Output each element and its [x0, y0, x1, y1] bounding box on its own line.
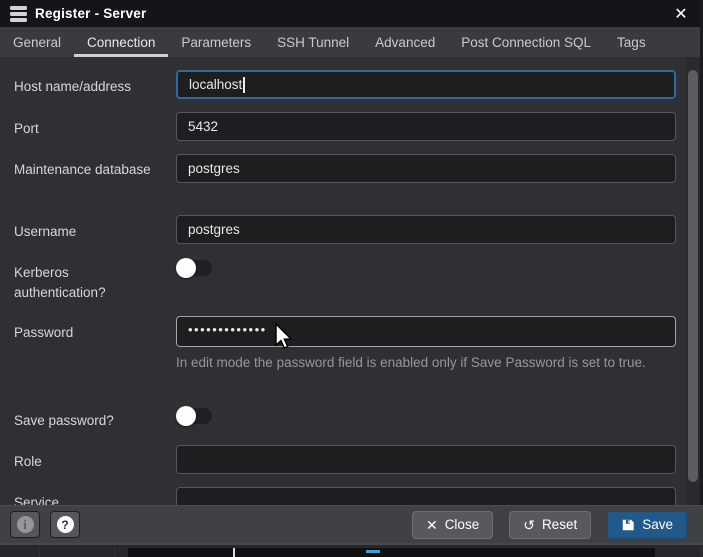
port-value: 5432 — [188, 119, 218, 134]
connection-form: Host name/address localhost Port 5432 Ma… — [0, 57, 700, 543]
password-helper-text: In edit mode the password field is enabl… — [176, 352, 674, 374]
reset-button[interactable]: ↺ Reset — [509, 511, 591, 539]
help-button[interactable]: ? — [50, 511, 80, 538]
host-value: localhost — [189, 77, 242, 92]
tab-post-connection-sql[interactable]: Post Connection SQL — [448, 27, 604, 57]
tab-connection[interactable]: Connection — [74, 27, 168, 57]
tab-advanced[interactable]: Advanced — [362, 27, 448, 57]
password-label: Password — [14, 323, 164, 343]
password-input[interactable]: ••••••••••••• — [176, 316, 676, 347]
kerberos-toggle[interactable] — [178, 260, 212, 276]
save-button-label: Save — [642, 517, 673, 532]
form-scrollbar[interactable] — [686, 57, 700, 543]
register-server-dialog: Register - Server ✕ General Connection P… — [0, 0, 703, 557]
dialog-title: Register - Server — [35, 6, 146, 21]
tab-ssh-tunnel[interactable]: SSH Tunnel — [264, 27, 362, 57]
background-app-strip — [0, 543, 703, 557]
save-password-label: Save password? — [14, 411, 164, 431]
role-input[interactable] — [176, 445, 676, 474]
close-button[interactable]: ✕ Close — [412, 511, 493, 539]
maintenance-db-label: Maintenance database — [14, 160, 164, 180]
toggle-knob — [176, 258, 196, 278]
background-table-row — [128, 548, 655, 557]
info-icon: i — [17, 516, 34, 533]
username-input[interactable]: postgres — [176, 215, 676, 244]
tab-tags[interactable]: Tags — [604, 27, 659, 57]
toggle-knob — [176, 406, 196, 426]
reset-icon: ↺ — [523, 518, 535, 532]
port-input[interactable]: 5432 — [176, 112, 676, 141]
scrollbar-thumb[interactable] — [688, 70, 698, 482]
kerberos-label: Kerberos authentication? — [14, 263, 164, 303]
close-button-label: Close — [445, 517, 480, 532]
tab-general[interactable]: General — [0, 27, 74, 57]
server-icon — [10, 6, 27, 22]
save-floppy-icon — [621, 518, 635, 532]
role-label: Role — [14, 452, 164, 472]
dialog-footer: i ? ✕ Close ↺ Reset — [0, 505, 703, 543]
port-label: Port — [14, 119, 164, 139]
maintenance-db-input[interactable]: postgres — [176, 154, 676, 183]
close-icon[interactable]: ✕ — [667, 0, 695, 27]
save-button[interactable]: Save — [607, 511, 687, 539]
dialog-tabbar: General Connection Parameters SSH Tunnel… — [0, 27, 703, 57]
text-caret — [243, 77, 245, 93]
dialog-titlebar: Register - Server ✕ — [0, 0, 703, 27]
close-button-icon: ✕ — [426, 518, 438, 532]
tab-parameters[interactable]: Parameters — [168, 27, 264, 57]
host-label: Host name/address — [14, 77, 164, 97]
username-value: postgres — [188, 222, 240, 237]
save-password-toggle[interactable] — [178, 408, 212, 424]
username-label: Username — [14, 222, 164, 242]
password-masked-value: ••••••••••••• — [188, 322, 267, 337]
sql-info-button[interactable]: i — [10, 511, 40, 538]
maintenance-db-value: postgres — [188, 161, 240, 176]
reset-button-label: Reset — [542, 517, 577, 532]
host-input[interactable]: localhost — [176, 70, 676, 99]
footer-button-group: ✕ Close ↺ Reset Save — [412, 511, 687, 539]
help-icon: ? — [57, 516, 74, 533]
